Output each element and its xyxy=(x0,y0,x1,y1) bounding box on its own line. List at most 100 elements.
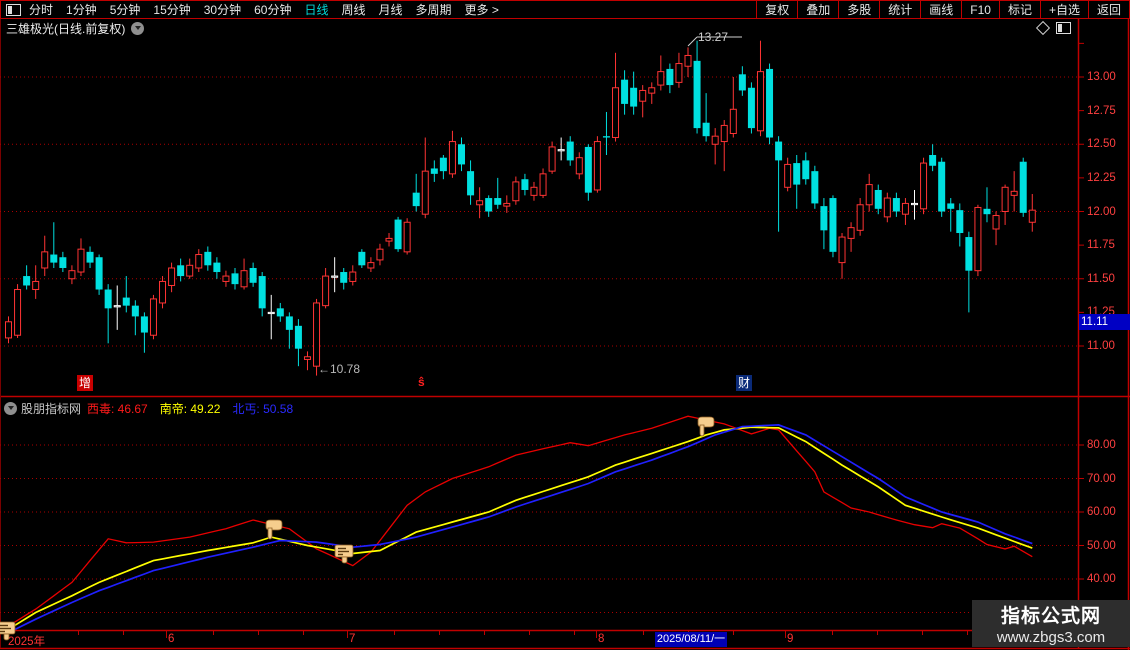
candle-body xyxy=(1001,186,1009,212)
candle-body xyxy=(847,227,855,239)
price-label-12.75: 12.75 xyxy=(1087,104,1116,117)
hand-down-icon xyxy=(261,518,285,547)
candle-body xyxy=(448,141,456,175)
line-xidu xyxy=(8,415,1033,627)
candle-body xyxy=(639,89,647,102)
indicator-collapse-icon[interactable] xyxy=(4,402,17,415)
candle-body xyxy=(838,236,846,264)
indicator-label-80.00: 80.00 xyxy=(1087,439,1116,451)
tab-15分钟[interactable]: 15分钟 xyxy=(153,1,190,18)
candle-body xyxy=(322,275,330,307)
tab-周线[interactable]: 周线 xyxy=(341,1,365,18)
window-split-icon[interactable] xyxy=(6,3,21,16)
high-annotation: 13.27 xyxy=(698,30,729,44)
tab-5分钟[interactable]: 5分钟 xyxy=(110,1,141,18)
button-F10[interactable]: F10 xyxy=(961,1,999,18)
candle-body xyxy=(122,297,130,306)
candle-body xyxy=(113,305,121,308)
candle-body xyxy=(195,254,203,269)
toolbar-actions: 复权 叠加 多股 统计 画线 F10 标记 +自选 返回 xyxy=(756,1,1129,18)
candle-body xyxy=(421,170,429,215)
tab-日线[interactable]: 日线 xyxy=(304,1,328,18)
candle-body xyxy=(512,181,520,202)
tab-分时[interactable]: 分时 xyxy=(29,1,53,18)
current-price-badge: 11.11 xyxy=(1079,314,1130,330)
button-多股[interactable]: 多股 xyxy=(838,1,879,18)
candle-body xyxy=(530,186,538,196)
candle-body xyxy=(23,276,31,286)
candle-body xyxy=(657,71,665,86)
candle-body xyxy=(666,68,674,86)
candle-body xyxy=(602,136,610,138)
candle-body xyxy=(168,267,176,286)
candle-body xyxy=(104,289,112,309)
candle-body xyxy=(149,298,157,336)
indicator-name[interactable]: 股朋指标网 xyxy=(21,400,81,417)
note-icon xyxy=(334,544,356,569)
month-label-6: 6 xyxy=(168,633,175,645)
tab-月线[interactable]: 月线 xyxy=(379,1,403,18)
candle-body xyxy=(494,198,502,205)
tab-多周期[interactable]: 多周期 xyxy=(416,1,452,18)
candle-body xyxy=(811,171,819,204)
selected-date-badge: 2025/08/11/一 xyxy=(655,632,727,647)
candle-body xyxy=(231,273,239,285)
price-label-13.00: 13.00 xyxy=(1087,71,1116,83)
candle-body xyxy=(5,321,12,339)
candle-body xyxy=(385,237,393,242)
button-复权[interactable]: 复权 xyxy=(756,1,797,18)
candle-body xyxy=(159,280,167,304)
candle-body xyxy=(458,144,465,165)
page-title: 三雄极光(日线.前复权) xyxy=(6,21,126,36)
candle-body xyxy=(766,68,774,138)
candle-body xyxy=(920,162,928,210)
button-画线[interactable]: 画线 xyxy=(920,1,961,18)
low-annotation: ←10.78 xyxy=(318,362,361,376)
chevron-down-icon[interactable] xyxy=(131,21,145,35)
button-统计[interactable]: 统计 xyxy=(879,1,920,18)
candle-body xyxy=(539,173,547,196)
diamond-icon[interactable] xyxy=(1035,20,1051,36)
candle-body xyxy=(394,219,402,250)
candle-body xyxy=(313,302,321,367)
candle-body xyxy=(376,248,384,261)
tab-更多 ˃[interactable]: 更多 ˃ xyxy=(465,1,499,18)
candle-body xyxy=(784,163,792,188)
candle-body xyxy=(521,179,529,190)
candle-body xyxy=(693,60,701,129)
tab-60分钟[interactable]: 60分钟 xyxy=(254,1,291,18)
button-+自选[interactable]: +自选 xyxy=(1039,1,1088,18)
candle-body xyxy=(32,280,40,291)
candle-body xyxy=(593,141,601,191)
price-label-12.25: 12.25 xyxy=(1087,171,1116,184)
candle-body xyxy=(883,197,891,218)
candle-body xyxy=(584,146,592,193)
button-标记[interactable]: 标记 xyxy=(998,1,1040,18)
button-返回[interactable]: 返回 xyxy=(1087,1,1129,18)
button-叠加[interactable]: 叠加 xyxy=(797,1,838,18)
tab-30分钟[interactable]: 30分钟 xyxy=(204,1,241,18)
candle-body xyxy=(911,202,918,206)
candle-body xyxy=(856,204,864,231)
candle-body xyxy=(974,206,982,272)
candle-body xyxy=(820,206,828,231)
candle-body xyxy=(675,63,683,83)
candle-body xyxy=(684,54,692,67)
candle-body xyxy=(892,198,900,212)
stock-app-window: 分时 1分钟 5分钟 15分钟 30分钟 60分钟 日线 周线 月线 多周期 更多 ˃ 复权 叠加 多股… xyxy=(0,0,1130,650)
readout-西毒: 西毒: 46.67 xyxy=(87,402,148,416)
event-marker-ŝ: ŝ xyxy=(418,375,425,389)
candle-body xyxy=(41,251,49,269)
candle-body xyxy=(14,289,22,336)
layout-icon[interactable] xyxy=(1056,22,1071,34)
tab-1分钟[interactable]: 1分钟 xyxy=(66,1,97,18)
candle-body xyxy=(612,87,620,139)
chart-canvas[interactable] xyxy=(0,0,1130,650)
candle-body xyxy=(983,208,991,215)
candle-body xyxy=(50,254,58,263)
candle-body xyxy=(775,141,783,161)
candle-body xyxy=(865,184,873,206)
candle-body xyxy=(267,311,275,315)
candle-body xyxy=(621,79,629,104)
candle-body xyxy=(747,87,755,129)
